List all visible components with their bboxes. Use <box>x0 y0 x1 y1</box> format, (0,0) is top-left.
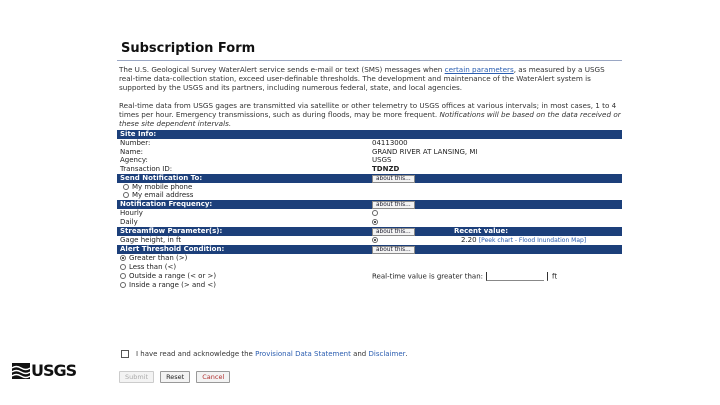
parameters-header: Streamflow Parameter(s): about this... R… <box>117 226 622 236</box>
cancel-button[interactable]: Cancel <box>196 371 231 383</box>
usgs-logo: USGS <box>12 361 77 380</box>
intro-paragraph: The U.S. Geological Survey WaterAlert se… <box>117 65 622 93</box>
reset-button[interactable]: Reset <box>160 371 191 383</box>
acknowledge-text: I have read and acknowledge the <box>136 350 253 358</box>
usgs-logo-text: USGS <box>31 361 77 380</box>
mobile-phone-label: My mobile phone <box>132 182 193 191</box>
greater-than-radio[interactable] <box>120 255 126 262</box>
greater-than-label: Greater than (>) <box>129 254 188 263</box>
threshold-less-row: Less than (<) <box>117 263 622 272</box>
gage-height-row: Gage height, in ft 2.20 [Peek chart - Fl… <box>117 236 622 246</box>
acknowledge-row: I have read and acknowledge the Provisio… <box>121 350 408 358</box>
send-to-title: Send Notification To: <box>117 173 369 183</box>
frequency-daily-row: Daily <box>117 218 622 227</box>
gage-height-radio[interactable] <box>372 237 378 244</box>
disclaimer-link[interactable]: Disclaimer <box>368 350 405 358</box>
site-name-value: GRAND RIVER AT LANSING, MI <box>372 147 478 156</box>
threshold-unit: ft <box>552 272 558 281</box>
threshold-title: Alert Threshold Condition: <box>117 245 369 255</box>
inside-range-radio[interactable] <box>120 281 126 288</box>
about-send-to-button[interactable]: about this... <box>372 174 415 183</box>
peek-chart-link[interactable]: [Peek chart - Flood Inundation Map] <box>479 237 586 244</box>
send-to-email-row: My email address <box>117 191 622 200</box>
send-to-phone-row: My mobile phone <box>117 183 622 192</box>
frequency-hourly-row: Hourly <box>117 209 622 218</box>
form-actions: Submit Reset Cancel <box>119 371 231 383</box>
email-address-label: My email address <box>132 191 194 200</box>
recent-value: 2.20 <box>461 235 477 244</box>
subscription-form: Subscription Form The U.S. Geological Su… <box>117 40 622 290</box>
submit-button[interactable]: Submit <box>119 371 155 383</box>
site-name-label: Name: <box>120 147 144 156</box>
outside-range-label: Outside a range (< or >) <box>129 271 217 280</box>
acknowledge-end: . <box>405 350 408 358</box>
threshold-greater-row: Greater than (>) <box>117 254 622 263</box>
email-address-radio[interactable] <box>123 192 129 199</box>
about-threshold-button[interactable]: about this... <box>372 246 415 255</box>
outside-range-radio[interactable] <box>120 272 126 279</box>
less-than-label: Less than (<) <box>129 262 177 271</box>
transaction-id-row: Transaction ID: TDNZD <box>117 165 622 174</box>
site-agency-value: USGS <box>372 156 392 165</box>
transaction-id-value: TDNZD <box>372 165 400 174</box>
hourly-label: Hourly <box>120 209 143 218</box>
gage-height-label: Gage height, in ft <box>120 236 182 245</box>
acknowledge-and: and <box>350 350 369 358</box>
mobile-phone-radio[interactable] <box>123 183 129 190</box>
about-frequency-button[interactable]: about this... <box>372 201 415 210</box>
site-number-row: Number: 04113000 <box>117 139 622 148</box>
recent-value-label: Recent value: <box>451 226 622 236</box>
site-info-header: Site Info: <box>117 130 622 139</box>
site-name-row: Name: GRAND RIVER AT LANSING, MI <box>117 148 622 157</box>
frequency-title: Notification Frequency: <box>117 200 369 210</box>
realtime-paragraph: Real-time data from USGS gages are trans… <box>117 101 622 129</box>
acknowledge-checkbox[interactable] <box>121 350 129 358</box>
threshold-inside-row: Inside a range (> and <) <box>117 281 622 290</box>
send-to-header: Send Notification To: about this... <box>117 173 622 183</box>
certain-parameters-link[interactable]: certain parameters <box>445 65 514 74</box>
daily-label: Daily <box>120 217 138 226</box>
form-title: Subscription Form <box>121 41 256 56</box>
less-than-radio[interactable] <box>120 263 126 270</box>
hourly-radio[interactable] <box>372 210 378 217</box>
inside-range-label: Inside a range (> and <) <box>129 280 216 289</box>
site-number-label: Number: <box>120 138 151 147</box>
threshold-value-label: Real-time value is greater than: <box>372 272 484 281</box>
title-divider <box>117 60 622 61</box>
site-agency-label: Agency: <box>120 156 148 165</box>
threshold-outside-row: Outside a range (< or >) Real-time value… <box>117 271 622 281</box>
intro-text: The U.S. Geological Survey WaterAlert se… <box>119 65 445 74</box>
site-info-title: Site Info: <box>117 130 369 139</box>
frequency-header: Notification Frequency: about this... <box>117 200 622 210</box>
about-parameters-button[interactable]: about this... <box>372 227 415 236</box>
usgs-wave-icon <box>12 362 30 379</box>
provisional-data-link[interactable]: Provisional Data Statement <box>255 350 351 358</box>
transaction-id-label: Transaction ID: <box>120 165 173 174</box>
threshold-value-input[interactable] <box>486 271 545 281</box>
form-table: Site Info: Number: 04113000 Name: GRAND … <box>117 130 622 289</box>
threshold-value-input-2[interactable] <box>547 271 549 281</box>
site-number-value: 04113000 <box>372 138 408 147</box>
daily-radio[interactable] <box>372 218 378 225</box>
site-agency-row: Agency: USGS <box>117 156 622 165</box>
threshold-header: Alert Threshold Condition: about this... <box>117 245 622 255</box>
parameters-title: Streamflow Parameter(s): <box>117 226 369 236</box>
